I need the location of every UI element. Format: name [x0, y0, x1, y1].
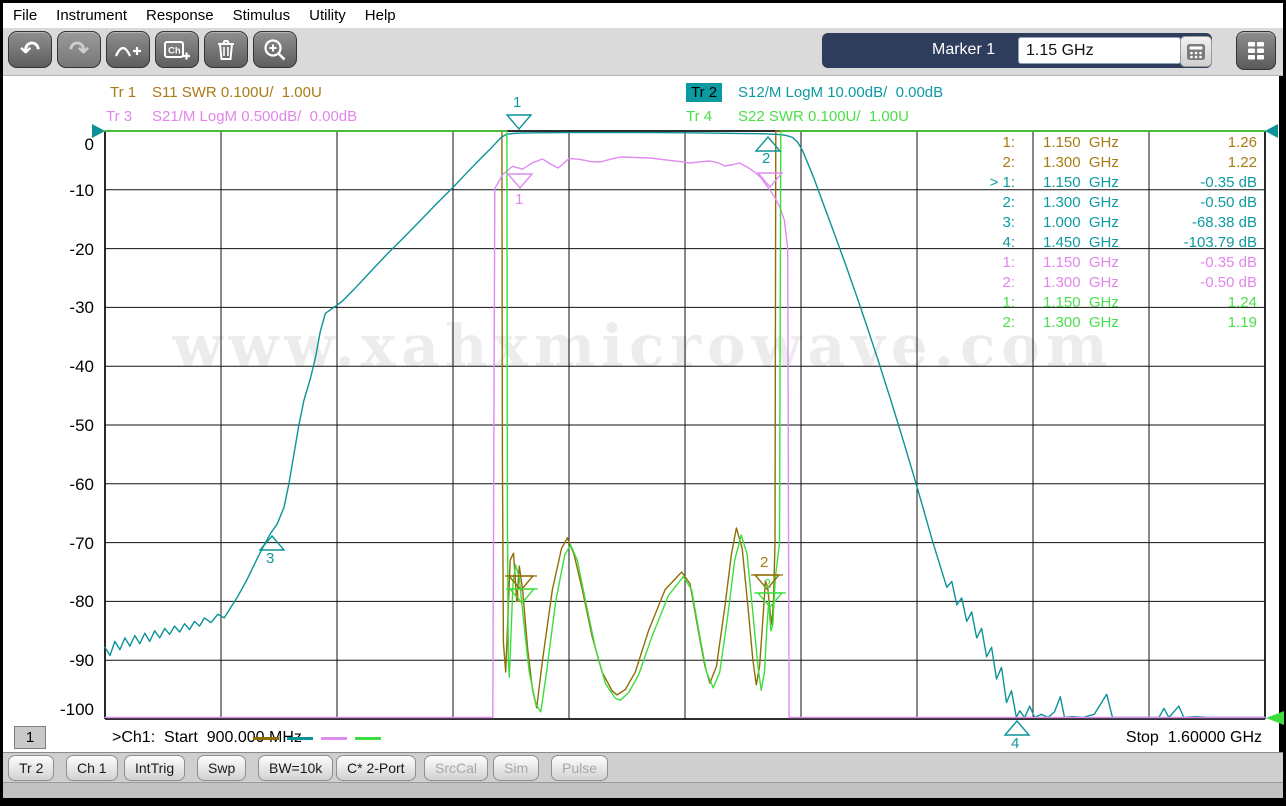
marker-readout-val: -0.50 dB [1118, 194, 1257, 211]
status-calibration[interactable]: C* 2-Port [336, 755, 416, 781]
marker-readout-idx: 1: [957, 294, 1015, 311]
trace3-format: S21/M LogM 0.500dB/ 0.00dB [152, 108, 357, 125]
keypad-icon [1186, 43, 1206, 61]
marker-label-tr2: 1 [513, 95, 521, 110]
marker-label-tr1: 1 [514, 591, 521, 604]
menu-response[interactable]: Response [146, 7, 214, 24]
marker-readout-val: -68.38 dB [1118, 214, 1257, 231]
marker-readout-val: -0.35 dB [1118, 174, 1257, 191]
y-axis-tick-label: -100 [36, 700, 94, 720]
trace3-legend-dash [321, 737, 347, 740]
delete-button[interactable] [204, 31, 248, 68]
marker-readout-idx: 2: [957, 314, 1015, 331]
marker-readout-val: -103.79 dB [1118, 234, 1257, 251]
add-marker-icon [114, 39, 142, 61]
redo-button[interactable]: ↷ [57, 31, 101, 68]
y-axis-tick-label: -80 [36, 592, 94, 612]
y-axis-tick-label: -90 [36, 651, 94, 671]
menu-bar: File Instrument Response Stimulus Utilit… [3, 3, 1283, 28]
y-axis-tick-label: -40 [36, 357, 94, 377]
add-channel-icon: Ch [163, 38, 191, 62]
marker-readout-idx: 4: [957, 234, 1015, 251]
marker-label-tr1: 2 [760, 555, 768, 570]
bottom-strip [3, 782, 1283, 798]
status-bar [3, 752, 1283, 782]
status-sim: Sim [493, 755, 539, 781]
marker-readout-idx: 1: [957, 134, 1015, 151]
menu-utility[interactable]: Utility [309, 7, 346, 24]
marker-readout-val: -0.50 dB [1118, 274, 1257, 291]
trace1-legend-dash [253, 737, 279, 740]
trace2-title-active[interactable]: Tr 2 [686, 83, 722, 102]
y-axis-tick-label: -50 [36, 416, 94, 436]
trace4-legend-dash [355, 737, 381, 740]
marker-frequency-input[interactable] [1018, 37, 1181, 64]
status-active-trace[interactable]: Tr 2 [8, 755, 54, 781]
trace1-format: S11 SWR 0.100U/ 1.00U [152, 84, 322, 101]
add-marker-button[interactable] [106, 31, 150, 68]
status-trigger[interactable]: IntTrig [124, 755, 185, 781]
zoom-in-icon [262, 37, 288, 63]
marker-readout-idx: > 1: [957, 174, 1015, 191]
trace1-title[interactable]: Tr 1 [110, 84, 136, 101]
trace-manager-button[interactable] [1236, 31, 1276, 70]
y-axis-tick-label: -70 [36, 534, 94, 554]
marker-label-tr4: 2 [764, 577, 771, 590]
marker-label-tr2: 2 [762, 151, 770, 166]
channel-stop-label: Stop 1.60000 GHz [1080, 729, 1262, 747]
trace-manager-icon [1245, 40, 1267, 62]
trace4-format: S22 SWR 0.100U/ 1.00U [738, 108, 909, 125]
marker-readout-val: 1.22 [1118, 154, 1257, 171]
status-active-channel[interactable]: Ch 1 [66, 755, 118, 781]
keypad-button[interactable] [1180, 36, 1212, 67]
svg-text:Ch: Ch [168, 45, 181, 56]
marker-readout-idx: 1: [957, 254, 1015, 271]
marker-readout-val: -0.35 dB [1118, 254, 1257, 271]
marker-readout-idx: 2: [957, 274, 1015, 291]
menu-instrument[interactable]: Instrument [56, 7, 127, 24]
undo-button[interactable]: ↶ [8, 31, 52, 68]
trace3-title[interactable]: Tr 3 [106, 108, 132, 125]
marker-label-tr2: 3 [266, 551, 274, 566]
status-srccal: SrcCal [424, 755, 488, 781]
y-axis-tick-label: -30 [36, 298, 94, 318]
trace2-format: S12/M LogM 10.00dB/ 0.00dB [738, 84, 943, 101]
marker-entry-label: Marker 1 [932, 41, 995, 59]
menu-stimulus[interactable]: Stimulus [233, 7, 291, 24]
marker-readout-val: 1.19 [1118, 314, 1257, 331]
y-axis-tick-label: -20 [36, 240, 94, 260]
marker-readout-idx: 3: [957, 214, 1015, 231]
marker-label-tr3: 1 [515, 192, 523, 207]
status-sweep[interactable]: Swp [197, 755, 246, 781]
marker-label-tr2: 4 [1011, 736, 1019, 751]
redo-icon: ↷ [69, 38, 89, 62]
undo-icon: ↶ [20, 38, 40, 62]
y-axis-tick-label: 0 [36, 135, 94, 155]
add-channel-button[interactable]: Ch [155, 31, 199, 68]
marker-readout-idx: 2: [957, 154, 1015, 171]
marker-readout-idx: 2: [957, 194, 1015, 211]
status-pulse: Pulse [551, 755, 608, 781]
trace4-title[interactable]: Tr 4 [686, 108, 712, 125]
y-axis-tick-label: -10 [36, 181, 94, 201]
menu-file[interactable]: File [13, 7, 37, 24]
delete-icon [214, 38, 238, 62]
trace2-legend-dash [287, 737, 313, 740]
menu-help[interactable]: Help [365, 7, 396, 24]
status-bandwidth[interactable]: BW=10k [258, 755, 333, 781]
channel-number-badge[interactable]: 1 [14, 726, 46, 749]
marker-readout-val: 1.26 [1118, 134, 1257, 151]
marker-readout-val: 1.24 [1118, 294, 1257, 311]
y-axis-tick-label: -60 [36, 475, 94, 495]
zoom-in-button[interactable] [253, 31, 297, 68]
